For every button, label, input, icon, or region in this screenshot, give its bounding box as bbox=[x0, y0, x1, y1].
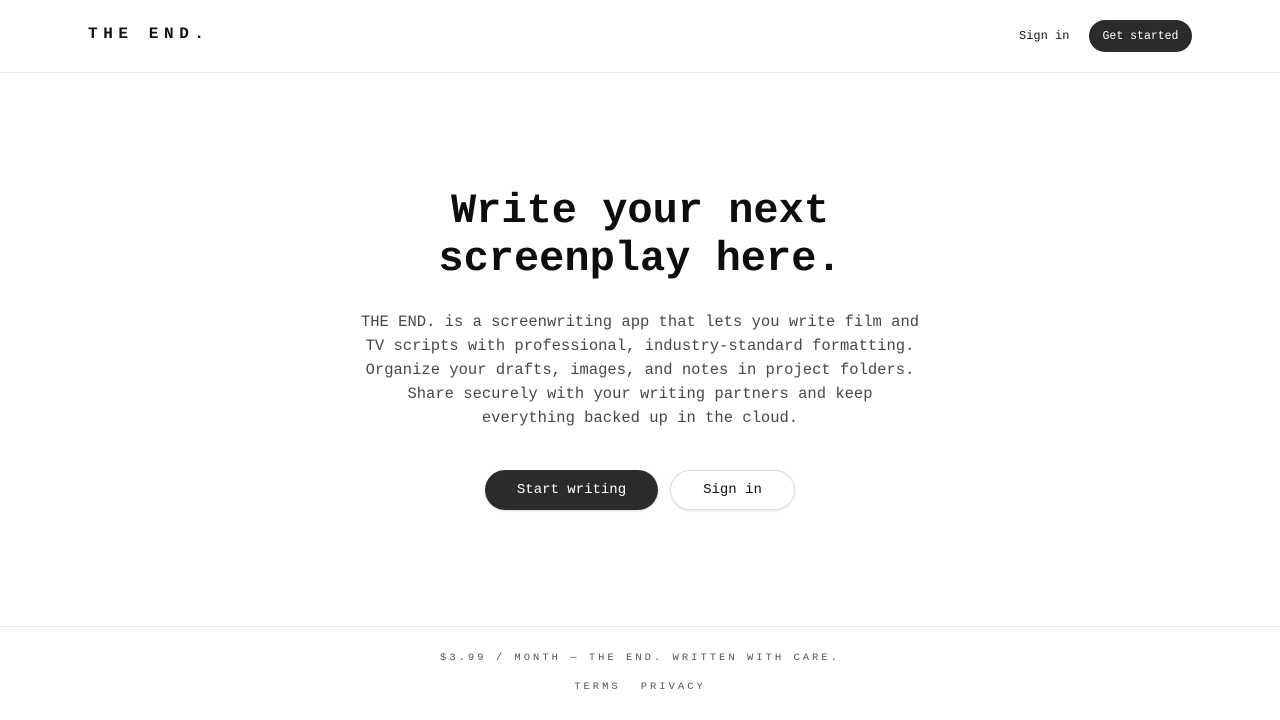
hero-description-line: Organize your drafts, images, and notes … bbox=[365, 361, 915, 379]
logo[interactable]: THE END. bbox=[88, 24, 210, 44]
get-started-button[interactable]: Get started bbox=[1089, 20, 1192, 52]
hero-title-line: Write your next bbox=[450, 187, 830, 235]
top-nav: THE END. Sign in Get started bbox=[0, 0, 1280, 73]
hero-description: THE END. is a screenwriting app that let… bbox=[340, 310, 940, 430]
hero-description-line: THE END. is a screenwriting app that let… bbox=[360, 313, 920, 331]
privacy-link[interactable]: PRIVACY bbox=[641, 681, 706, 693]
hero-description-line: TV scripts with professional, industry-s… bbox=[365, 337, 915, 355]
nav-sign-in-link[interactable]: Sign in bbox=[1012, 20, 1076, 52]
landing-page: THE END. Sign in Get started Write your … bbox=[0, 0, 1280, 720]
start-writing-button[interactable]: Start writing bbox=[485, 470, 658, 510]
footer-links: TERMS PRIVACY bbox=[0, 681, 1280, 693]
hero-description-line: Share securely with your writing partner… bbox=[407, 385, 873, 403]
hero-title: Write your next screenplay here. bbox=[0, 187, 1280, 283]
terms-link[interactable]: TERMS bbox=[574, 681, 621, 693]
footer: $3.99 / MONTH — THE END. WRITTEN WITH CA… bbox=[0, 626, 1280, 720]
hero-title-line: screenplay here. bbox=[438, 235, 842, 283]
hero-description-line: everything backed up in the cloud. bbox=[481, 409, 799, 427]
footer-tagline: $3.99 / MONTH — THE END. WRITTEN WITH CA… bbox=[440, 652, 840, 664]
hero-sign-in-button[interactable]: Sign in bbox=[670, 470, 795, 510]
